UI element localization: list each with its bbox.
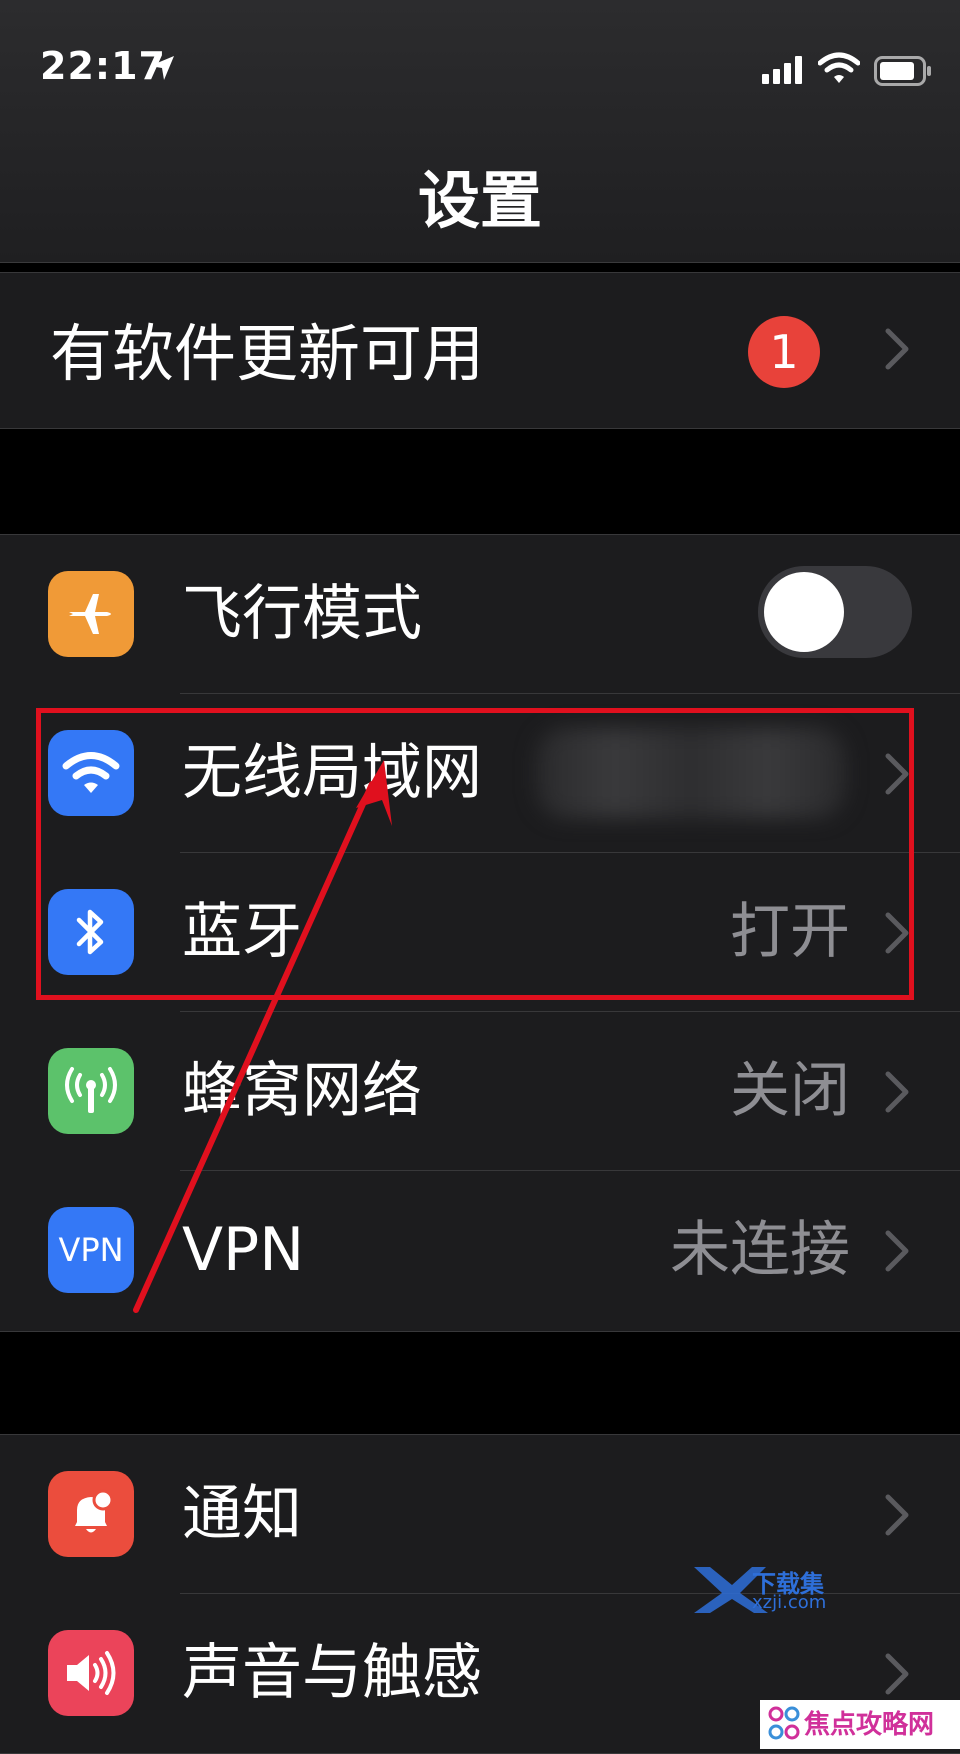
sounds-haptics-label: 声音与触感 — [182, 1638, 482, 1708]
airplane-mode-toggle[interactable] — [758, 566, 912, 658]
vpn-icon-text: VPN — [58, 1231, 124, 1269]
page-title: 设置 — [417, 164, 542, 237]
jiaodian-watermark-name: 焦点攻略网 — [804, 1710, 935, 1740]
vpn-value: 未连接 — [670, 1215, 850, 1285]
antenna-icon — [48, 1048, 134, 1134]
cellular-row[interactable]: 蜂窝网络 关闭 — [0, 1012, 960, 1171]
vpn-icon: VPN — [48, 1207, 134, 1293]
update-count-badge: 1 — [748, 316, 820, 388]
bell-icon — [48, 1471, 134, 1557]
vpn-label: VPN — [182, 1215, 305, 1285]
chevron-right-icon — [885, 1230, 909, 1272]
notifications-label: 通知 — [182, 1479, 302, 1549]
battery-icon — [874, 56, 931, 86]
chevron-right-icon — [885, 1494, 909, 1536]
toggle-knob — [764, 572, 844, 652]
xzji-watermark-url: xzji.com — [752, 1592, 827, 1613]
airplane-icon — [48, 571, 134, 657]
cellular-label: 蜂窝网络 — [182, 1056, 422, 1126]
jiaodian-logo-icon — [768, 1706, 800, 1740]
navigation-bar: 22:17 设置 — [0, 0, 960, 263]
wifi-status-icon — [818, 52, 860, 83]
chevron-right-icon — [885, 328, 909, 370]
cellular-signal-icon — [762, 56, 802, 84]
software-update-label: 有软件更新可用 — [50, 317, 485, 390]
chevron-right-icon — [885, 1071, 909, 1113]
airplane-mode-label: 飞行模式 — [182, 579, 422, 649]
chevron-right-icon — [885, 1653, 909, 1695]
cellular-value: 关闭 — [730, 1056, 850, 1126]
vpn-row[interactable]: VPN VPN 未连接 — [0, 1171, 960, 1331]
location-arrow-icon — [150, 56, 174, 80]
speaker-icon — [48, 1630, 134, 1716]
highlight-box — [36, 708, 914, 1000]
